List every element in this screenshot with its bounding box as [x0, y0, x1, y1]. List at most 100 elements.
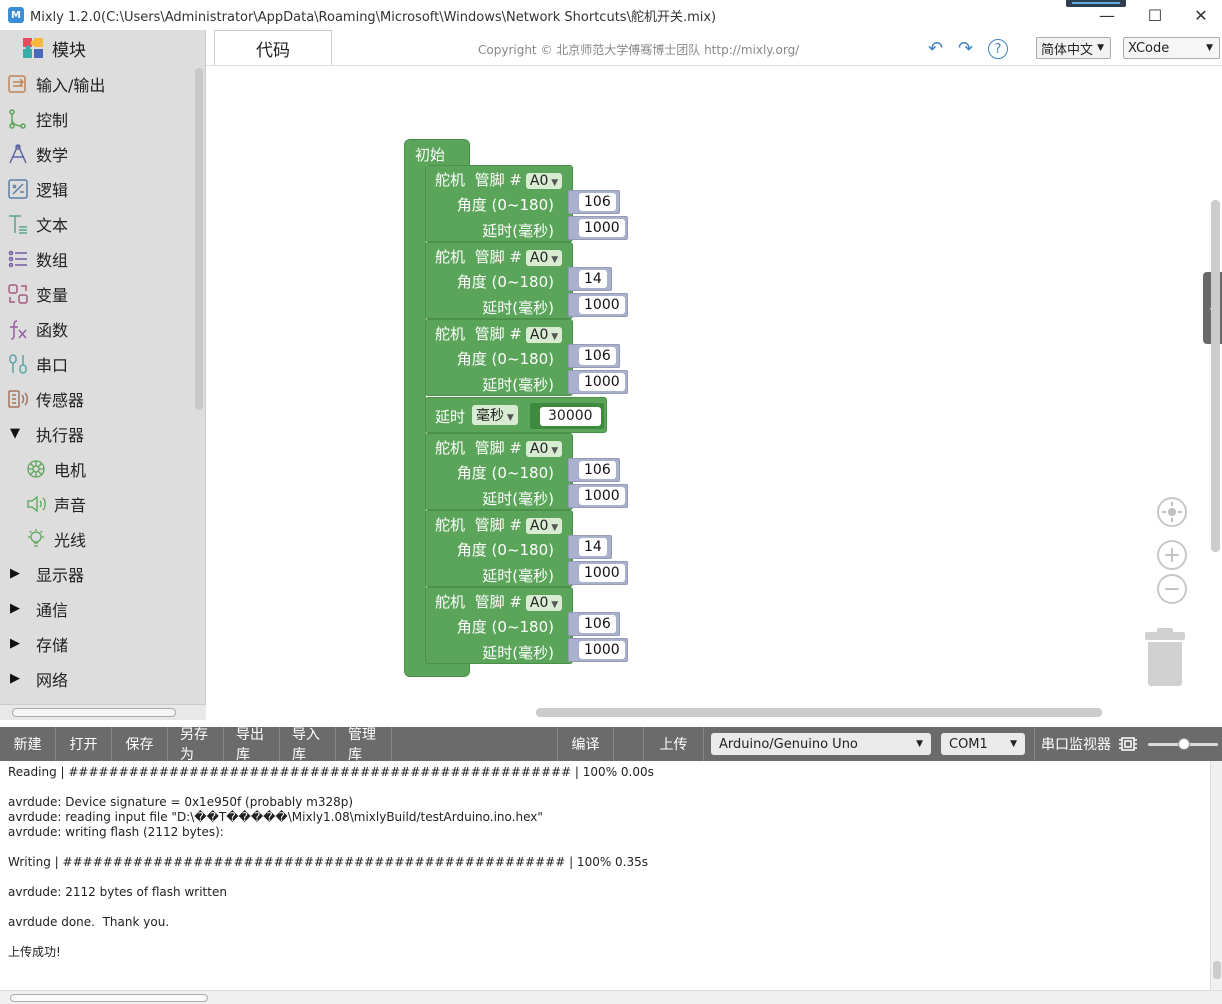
sidebar-item-variable[interactable]: 变量	[0, 276, 205, 311]
pin-dropdown[interactable]: A0 ▼	[525, 595, 563, 611]
sidebar-item-serial[interactable]: 串口	[0, 346, 205, 381]
servo-block[interactable]: 舵机 管脚 # A0 ▼ 角度 (0~180) 延时(毫秒)	[425, 510, 573, 587]
sidebar-item-math[interactable]: 数学	[0, 136, 205, 171]
delay-input-slot: 1000	[568, 370, 628, 394]
setup-block-header[interactable]: 初始化	[404, 139, 470, 185]
recenter-icon[interactable]	[1157, 497, 1187, 527]
chip-icon[interactable]	[1118, 735, 1138, 753]
angle-input[interactable]: 106	[579, 615, 616, 633]
serial-monitor-button[interactable]: 串口监视器	[1034, 727, 1117, 761]
redo-icon[interactable]: ↷	[958, 38, 973, 59]
angle-input[interactable]: 106	[579, 347, 616, 365]
console-output[interactable]: Reading | ##############################…	[0, 761, 1210, 990]
tab-code[interactable]: 代码	[214, 30, 332, 66]
pin-dropdown[interactable]: A0 ▼	[525, 327, 563, 343]
slider-handle[interactable]	[1178, 738, 1190, 750]
manage-lib-button[interactable]: 管理库	[336, 727, 392, 763]
board-select[interactable]: Arduino/Genuino Uno ▼	[711, 733, 931, 755]
trash-icon[interactable]	[1145, 628, 1185, 686]
export-lib-button[interactable]: 导出库	[224, 727, 280, 763]
zoom-out-icon[interactable]: −	[1157, 574, 1187, 604]
scrollbar-thumb[interactable]	[1213, 961, 1221, 979]
sidebar-item-control[interactable]: 控制	[0, 101, 205, 136]
delay-block[interactable]: 延时 毫秒 ▼ 30000	[425, 397, 607, 433]
angle-input[interactable]: 14	[579, 538, 607, 556]
function-icon	[6, 317, 30, 341]
open-button[interactable]: 打开	[56, 727, 112, 761]
servo-header: 舵机 管脚 # A0 ▼	[435, 246, 563, 267]
sidebar-item-storage[interactable]: ▶ 存储	[0, 626, 205, 661]
servo-block[interactable]: 舵机 管脚 # A0 ▼ 角度 (0~180) 延时(毫秒)	[425, 319, 573, 396]
servo-block[interactable]: 舵机 管脚 # A0 ▼ 角度 (0~180) 延时(毫秒)	[425, 587, 573, 664]
sidebar-item-sensor[interactable]: 传感器	[0, 381, 205, 416]
control-icon	[6, 107, 30, 131]
variable-icon	[6, 282, 30, 306]
sidebar-item-text[interactable]: 文本	[0, 206, 205, 241]
maximize-button[interactable]: ☐	[1132, 0, 1178, 30]
new-button[interactable]: 新建	[0, 727, 56, 761]
chevron-down-icon: ▼	[1206, 43, 1213, 53]
block-workspace[interactable]	[206, 66, 1222, 720]
delay-label: 延时(毫秒)	[482, 644, 554, 662]
theme-select[interactable]: XCode ▼	[1123, 37, 1220, 59]
save-button[interactable]: 保存	[112, 727, 168, 761]
language-select[interactable]: 简体中文 ▼	[1036, 37, 1111, 59]
delay-input[interactable]: 1000	[579, 564, 625, 582]
servo-block[interactable]: 舵机 管脚 # A0 ▼ 角度 (0~180) 延时(毫秒)	[425, 165, 573, 242]
workspace-vertical-scrollbar[interactable]	[1211, 200, 1220, 552]
pin-dropdown[interactable]: A0 ▼	[525, 173, 563, 189]
angle-input[interactable]: 14	[579, 270, 607, 288]
compile-button[interactable]: 编译	[558, 727, 614, 761]
expanded-triangle-icon: ▼	[10, 426, 20, 441]
delay-input[interactable]: 1000	[579, 373, 625, 391]
angle-input-slot: 106	[568, 344, 620, 368]
zoom-in-icon[interactable]: +	[1157, 540, 1187, 570]
sidebar-item-display[interactable]: ▶ 显示器	[0, 556, 205, 591]
sidebar-item-function[interactable]: 函数	[0, 311, 205, 346]
sidebar-item-io[interactable]: 输入/输出	[0, 66, 205, 101]
sidebar-item-list[interactable]: 数组	[0, 241, 205, 276]
angle-input[interactable]: 106	[579, 461, 616, 479]
help-icon[interactable]: ?	[988, 39, 1008, 59]
collapsed-triangle-icon: ▶	[10, 566, 20, 581]
workspace-horizontal-scrollbar[interactable]	[536, 708, 1102, 717]
sidebar-item-sound[interactable]: 声音	[0, 486, 205, 521]
pin-dropdown[interactable]: A0 ▼	[525, 250, 563, 266]
sidebar-item-network[interactable]: ▶ 网络	[0, 661, 205, 696]
undo-icon[interactable]: ↶	[928, 38, 943, 59]
delay-input[interactable]: 1000	[579, 219, 625, 237]
scrollbar-thumb[interactable]	[12, 708, 176, 717]
close-button[interactable]: ✕	[1178, 0, 1222, 30]
sidebar-item-communication[interactable]: ▶ 通信	[0, 591, 205, 626]
pin-dropdown[interactable]: A0 ▼	[525, 518, 563, 534]
sidebar-vertical-scrollbar[interactable]	[195, 68, 203, 410]
delay-unit-dropdown[interactable]: 毫秒 ▼	[472, 405, 518, 425]
delay-input[interactable]: 1000	[579, 487, 625, 505]
sidebar-item-label: 变量	[36, 285, 69, 305]
import-lib-button[interactable]: 导入库	[280, 727, 336, 763]
port-select[interactable]: COM1 ▼	[941, 733, 1025, 755]
console-line: avrdude: reading input file "D:\��T�����…	[8, 810, 543, 824]
delay-input[interactable]: 1000	[579, 641, 625, 659]
console-vertical-scrollbar[interactable]	[1210, 761, 1222, 990]
scrollbar-thumb[interactable]	[10, 994, 208, 1002]
upload-button[interactable]: 上传	[644, 727, 704, 761]
angle-input-slot: 106	[568, 612, 620, 636]
font-size-slider[interactable]	[1148, 738, 1218, 750]
sidebar-item-logic[interactable]: 逻辑	[0, 171, 205, 206]
delay-value-input[interactable]: 30000	[540, 407, 601, 426]
minimize-button[interactable]: —	[1084, 0, 1130, 30]
toolbox-header[interactable]: 模块	[0, 30, 205, 66]
sidebar-item-motor[interactable]: 电机	[0, 451, 205, 486]
sidebar-item-actuator[interactable]: ▼ 执行器	[0, 416, 205, 451]
angle-input[interactable]: 106	[579, 193, 616, 211]
save-as-button[interactable]: 另存为	[168, 727, 224, 763]
sidebar-horizontal-scrollbar[interactable]	[0, 704, 206, 720]
servo-block[interactable]: 舵机 管脚 # A0 ▼ 角度 (0~180) 延时(毫秒)	[425, 433, 573, 510]
pin-dropdown[interactable]: A0 ▼	[525, 441, 563, 457]
sidebar-item-light[interactable]: 光线	[0, 521, 205, 556]
delay-value-slot: 30000	[530, 403, 604, 429]
delay-input[interactable]: 1000	[579, 296, 625, 314]
servo-block[interactable]: 舵机 管脚 # A0 ▼ 角度 (0~180) 延时(毫秒)	[425, 242, 573, 319]
console-horizontal-scrollbar[interactable]	[0, 990, 1222, 1004]
